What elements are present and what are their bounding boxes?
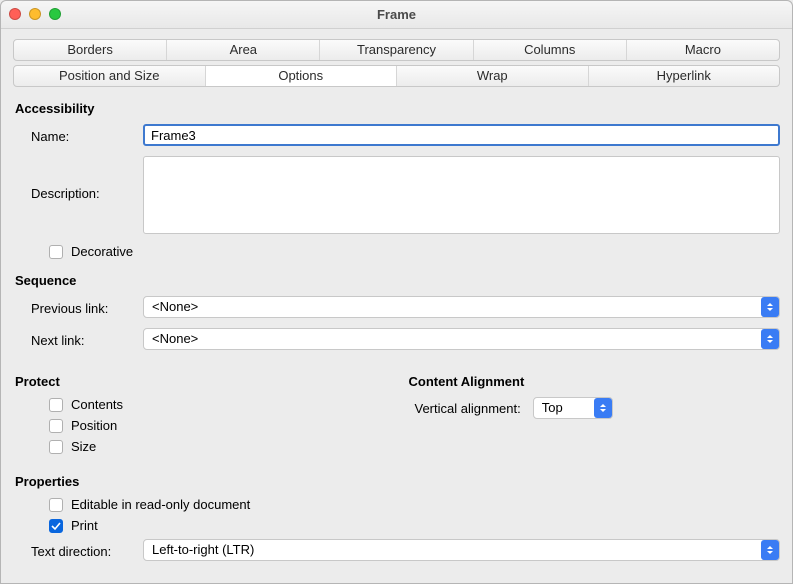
- protect-size-checkbox[interactable]: [49, 440, 63, 454]
- section-protect: Protect: [15, 374, 387, 389]
- section-sequence: Sequence: [15, 273, 780, 288]
- text-direction-value: Left-to-right (LTR): [143, 539, 780, 561]
- print-label: Print: [71, 518, 98, 533]
- section-properties: Properties: [15, 474, 780, 489]
- vertical-alignment-label: Vertical alignment:: [415, 401, 521, 416]
- vertical-alignment-select[interactable]: Top: [533, 397, 613, 419]
- tab-macro[interactable]: Macro: [627, 40, 779, 60]
- name-label: Name:: [31, 126, 143, 144]
- protect-position-label: Position: [71, 418, 117, 433]
- text-direction-select[interactable]: Left-to-right (LTR): [143, 539, 780, 561]
- close-icon[interactable]: [9, 8, 21, 20]
- protect-position-checkbox[interactable]: [49, 419, 63, 433]
- next-link-label: Next link:: [31, 330, 143, 348]
- decorative-checkbox[interactable]: [49, 245, 63, 259]
- protect-size-label: Size: [71, 439, 96, 454]
- tabbar-row-2: Position and Size Options Wrap Hyperlink: [13, 65, 780, 87]
- text-direction-label: Text direction:: [31, 541, 143, 559]
- protect-contents-label: Contents: [71, 397, 123, 412]
- name-input[interactable]: [143, 124, 780, 146]
- previous-link-select[interactable]: <None>: [143, 296, 780, 318]
- tab-position-and-size[interactable]: Position and Size: [14, 66, 206, 86]
- previous-link-value: <None>: [143, 296, 780, 318]
- window-title: Frame: [377, 7, 416, 22]
- minimize-icon[interactable]: [29, 8, 41, 20]
- previous-link-label: Previous link:: [31, 298, 143, 316]
- chevron-updown-icon: [761, 329, 779, 349]
- editable-readonly-label: Editable in read-only document: [71, 497, 250, 512]
- decorative-label: Decorative: [71, 244, 133, 259]
- description-label: Description:: [31, 156, 143, 201]
- print-checkbox[interactable]: [49, 519, 63, 533]
- dialog-content: Borders Area Transparency Columns Macro …: [1, 29, 792, 583]
- chevron-updown-icon: [761, 297, 779, 317]
- next-link-select[interactable]: <None>: [143, 328, 780, 350]
- tab-hyperlink[interactable]: Hyperlink: [589, 66, 780, 86]
- tab-options[interactable]: Options: [206, 66, 398, 86]
- next-link-value: <None>: [143, 328, 780, 350]
- tab-transparency[interactable]: Transparency: [320, 40, 473, 60]
- window-controls: [9, 8, 61, 20]
- section-accessibility: Accessibility: [15, 101, 780, 116]
- chevron-updown-icon: [761, 540, 779, 560]
- description-input[interactable]: [143, 156, 780, 234]
- tab-area[interactable]: Area: [167, 40, 320, 60]
- tabbar-row-1: Borders Area Transparency Columns Macro: [13, 39, 780, 61]
- section-content-alignment: Content Alignment: [409, 374, 781, 389]
- protect-contents-checkbox[interactable]: [49, 398, 63, 412]
- frame-options-dialog: Frame Borders Area Transparency Columns …: [0, 0, 793, 584]
- tab-columns[interactable]: Columns: [474, 40, 627, 60]
- titlebar: Frame: [1, 1, 792, 29]
- zoom-icon[interactable]: [49, 8, 61, 20]
- tab-wrap[interactable]: Wrap: [397, 66, 589, 86]
- tab-borders[interactable]: Borders: [14, 40, 167, 60]
- chevron-updown-icon: [594, 398, 612, 418]
- editable-readonly-checkbox[interactable]: [49, 498, 63, 512]
